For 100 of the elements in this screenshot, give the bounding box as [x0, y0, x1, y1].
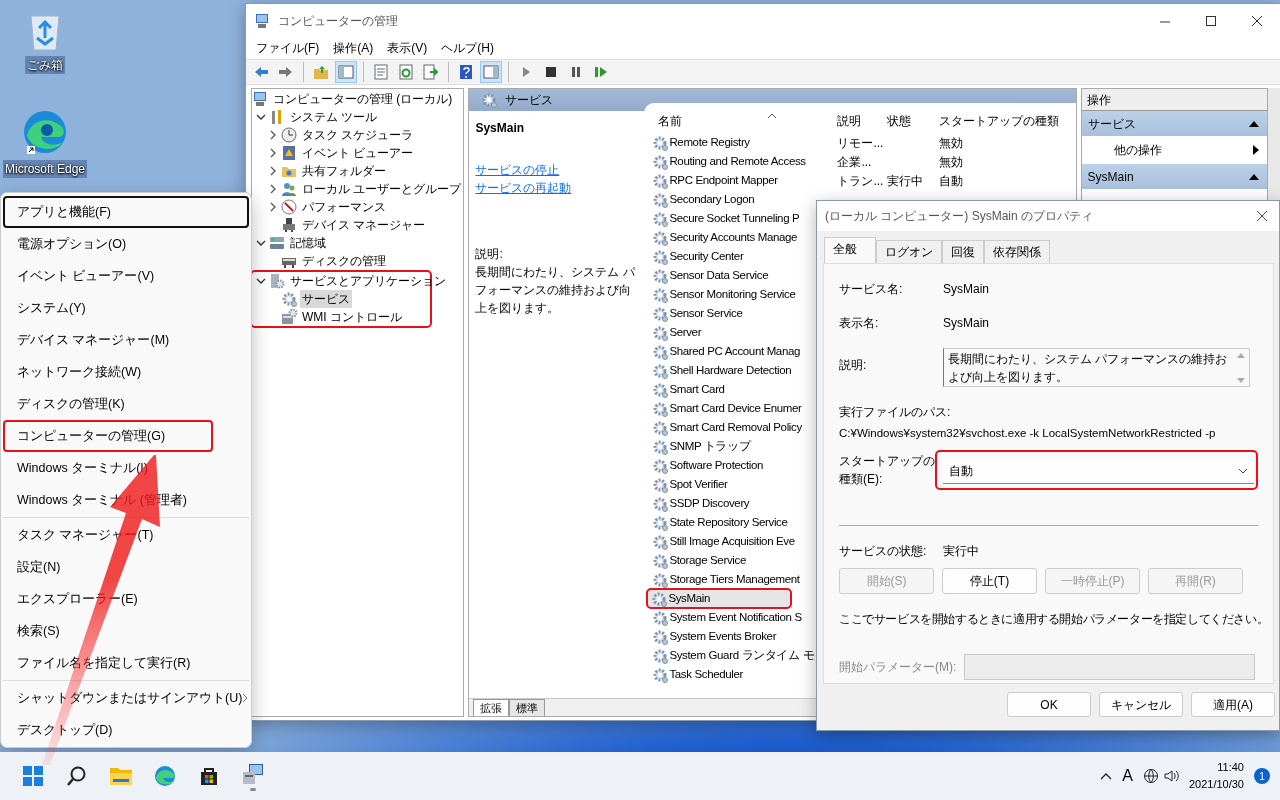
- desktop-icon-label[interactable]: ごみ箱: [25, 56, 65, 74]
- tree-item[interactable]: パフォーマンス: [300, 198, 388, 216]
- speaker-icon[interactable]: [1162, 768, 1179, 784]
- menu-item[interactable]: デスクトップ(D): [3, 714, 249, 746]
- dropdown[interactable]: 自動: [943, 458, 1254, 485]
- table-cell[interactable]: Shared PC Account Manag: [649, 342, 804, 361]
- chevron-icon[interactable]: [256, 276, 266, 286]
- table-cell[interactable]: Security Center: [649, 247, 747, 266]
- tab[interactable]: 標準: [509, 698, 546, 716]
- tab[interactable]: 回復: [942, 240, 984, 263]
- table-cell[interactable]: Shell Hardware Detection: [649, 361, 795, 380]
- tree-item[interactable]: 記憶域: [288, 234, 328, 252]
- chevron-icon[interactable]: [268, 148, 278, 158]
- menu-item[interactable]: システム(Y): [3, 292, 249, 324]
- table-cell[interactable]: SysMain: [646, 587, 793, 610]
- table-cell[interactable]: Smart Card: [649, 380, 728, 399]
- chevron-icon[interactable]: [268, 130, 278, 140]
- menu-item[interactable]: 検索(S): [3, 615, 249, 647]
- table-cell[interactable]: SNMP トラップ: [649, 437, 754, 456]
- tree-item[interactable]: コンピューターの管理 (ローカル): [271, 90, 455, 108]
- chevron-icon[interactable]: [268, 166, 278, 176]
- menu-item[interactable]: アプリと機能(F): [3, 196, 249, 228]
- table-cell[interactable]: Secure Socket Tunneling P: [649, 209, 803, 228]
- tree-item[interactable]: 共有フォルダー: [300, 162, 388, 180]
- column-header[interactable]: 状態: [887, 114, 912, 128]
- table-cell[interactable]: Spot Verifier: [649, 475, 731, 494]
- tree-item[interactable]: WMI コントロール: [300, 308, 404, 326]
- menu-item[interactable]: 表示(V): [381, 39, 434, 57]
- menu-item[interactable]: 電源オプション(O): [3, 228, 249, 260]
- button[interactable]: キャンセル: [1099, 692, 1183, 717]
- tree-item[interactable]: デバイス マネージャー: [300, 216, 428, 234]
- table-cell[interactable]: Still Image Acquisition Eve: [649, 532, 798, 551]
- table-cell[interactable]: State Repository Service: [649, 513, 791, 532]
- globe-icon[interactable]: [1142, 768, 1159, 784]
- table-cell[interactable]: Security Accounts Manage: [649, 228, 801, 247]
- link[interactable]: サービスの停止: [475, 161, 560, 179]
- table-cell[interactable]: Storage Tiers Management: [649, 570, 803, 589]
- button[interactable]: OK: [1007, 692, 1091, 717]
- link[interactable]: サービスの再起動: [475, 179, 572, 197]
- menu-item[interactable]: 操作(A): [327, 39, 380, 57]
- notification-badge[interactable]: 1: [1254, 768, 1270, 784]
- browser-icon[interactable]: [21, 108, 69, 156]
- button[interactable]: 適用(A): [1191, 692, 1275, 717]
- section-header[interactable]: SysMain: [1081, 164, 1268, 189]
- desktop-icon-label[interactable]: Microsoft Edge: [2, 160, 87, 178]
- tab[interactable]: 依存関係: [984, 240, 1050, 263]
- clock[interactable]: 11:40 2021/10/30: [1188, 759, 1244, 793]
- button[interactable]: 停止(T): [942, 568, 1037, 595]
- action-item[interactable]: 他の操作: [1081, 136, 1268, 164]
- tree-item[interactable]: ローカル ユーザーとグループ: [300, 180, 464, 198]
- menu-item[interactable]: デバイス マネージャー(M): [3, 324, 249, 356]
- menu-item[interactable]: ファイル(F): [250, 39, 326, 57]
- menu-item[interactable]: ディスクの管理(K): [3, 388, 249, 420]
- table-cell[interactable]: RPC Endpoint Mapper: [649, 171, 781, 190]
- tree-item[interactable]: サービス: [300, 290, 352, 308]
- collapse-arrow-icon[interactable]: [1249, 120, 1260, 127]
- table-cell[interactable]: Remote Registry: [649, 133, 753, 152]
- close-icon[interactable]: [1255, 209, 1269, 223]
- chevron-icon[interactable]: [1100, 772, 1113, 780]
- table-cell[interactable]: System Events Broker: [649, 627, 780, 646]
- menu-item[interactable]: ファイル名を指定して実行(R): [3, 647, 249, 679]
- close-icon[interactable]: [1250, 13, 1264, 28]
- start-icon[interactable]: [21, 764, 45, 788]
- table-cell[interactable]: Storage Service: [649, 551, 749, 570]
- tree-item[interactable]: システム ツール: [288, 108, 380, 126]
- browser-icon[interactable]: [153, 764, 177, 788]
- menu-item[interactable]: ヘルプ(H): [435, 39, 500, 57]
- menu-item[interactable]: ネットワーク接続(W): [3, 356, 249, 388]
- table-cell[interactable]: Server: [649, 323, 705, 342]
- tree-item[interactable]: イベント ビューアー: [300, 144, 416, 162]
- table-cell[interactable]: Routing and Remote Access: [649, 152, 809, 171]
- table-cell[interactable]: Secondary Logon: [649, 190, 758, 209]
- chevron-icon[interactable]: [268, 184, 278, 194]
- column-header[interactable]: スタートアップの種類: [939, 114, 1060, 128]
- chevron-icon[interactable]: [268, 202, 278, 212]
- column-header[interactable]: 説明: [837, 114, 862, 128]
- table-cell[interactable]: Sensor Monitoring Service: [649, 285, 799, 304]
- ime-indicator[interactable]: A: [1122, 764, 1133, 788]
- table-cell[interactable]: Smart Card Device Enumer: [649, 399, 805, 418]
- column-header[interactable]: 名前: [658, 112, 683, 130]
- menu-item[interactable]: コンピューターの管理(G): [3, 420, 213, 452]
- menu-item[interactable]: 設定(N): [3, 551, 249, 583]
- chevron-icon[interactable]: [256, 112, 266, 122]
- collapse-arrow-icon[interactable]: [1249, 173, 1260, 180]
- chevron-icon[interactable]: [256, 238, 266, 248]
- table-cell[interactable]: System Guard ランタイム モ: [649, 646, 818, 665]
- table-cell[interactable]: SSDP Discovery: [649, 494, 753, 513]
- computer-icon[interactable]: [241, 761, 265, 786]
- section-header[interactable]: サービス: [1081, 111, 1268, 136]
- maximize-icon[interactable]: [1204, 13, 1218, 28]
- tree-item[interactable]: タスク スケジューラ: [300, 126, 416, 144]
- table-cell[interactable]: Sensor Data Service: [649, 266, 772, 285]
- table-cell[interactable]: Smart Card Removal Policy: [649, 418, 805, 437]
- tab[interactable]: 拡張: [473, 698, 510, 716]
- tree-item[interactable]: ディスクの管理: [300, 252, 388, 270]
- tab[interactable]: ログオン: [876, 240, 942, 263]
- menu-item[interactable]: イベント ビューアー(V): [3, 260, 249, 292]
- tab[interactable]: 全般: [824, 237, 876, 263]
- table-cell[interactable]: Sensor Service: [649, 304, 746, 323]
- table-cell[interactable]: Task Scheduler: [649, 665, 747, 684]
